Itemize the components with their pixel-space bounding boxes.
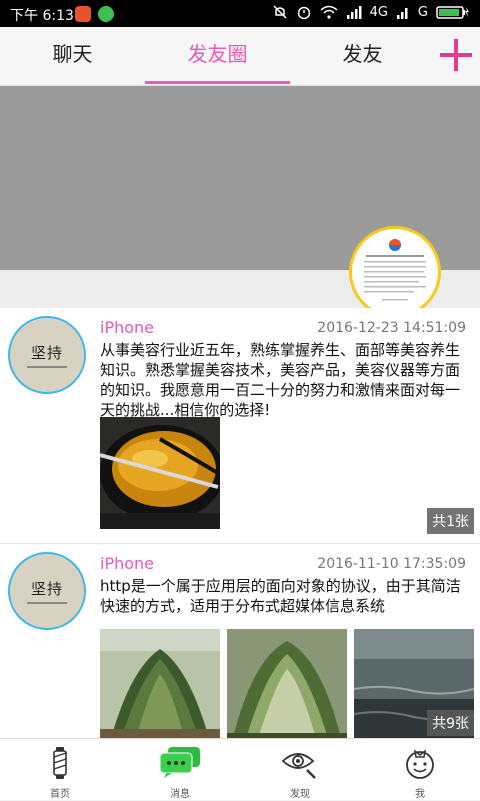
post-photo[interactable] <box>227 629 347 738</box>
status-icons: 4G G <box>272 4 470 20</box>
tab-moments-label: 发友圈 <box>187 42 248 66</box>
post-text: http是一个属于应用层的面向对象的协议，由于其简洁快速的方式，适用于分布式超媒… <box>100 577 461 615</box>
wechat-notification-icon <box>98 6 114 22</box>
notification-app-icon <box>75 6 91 22</box>
grass-photo <box>227 629 347 738</box>
network-type-2: G <box>417 4 428 20</box>
post-avatar[interactable]: 坚持 <box>8 316 86 394</box>
nav-messages-label: 消息 <box>170 789 190 800</box>
nav-messages[interactable]: 消息 <box>120 739 240 801</box>
post-author[interactable]: iPhone <box>100 554 154 573</box>
tab-chat[interactable]: 聊天 <box>0 27 145 86</box>
photo-count-badge: 共9张 <box>427 710 474 736</box>
mute-icon <box>273 5 287 19</box>
wifi-icon <box>320 5 338 19</box>
avatar-text: 坚持 <box>30 344 63 362</box>
nav-me-label: 我 <box>415 789 425 800</box>
post-timestamp: 2016-11-10 17:35:09 <box>317 556 466 572</box>
feed-post: 坚持 iPhone 2016-11-10 17:35:09 http是一个属于应… <box>0 544 480 738</box>
tab-moments[interactable]: 发友圈 <box>145 27 290 86</box>
add-post-button[interactable] <box>438 37 474 73</box>
post-photo-image <box>100 417 220 529</box>
photo-count-badge: 共1张 <box>427 508 474 534</box>
profile-avatar-image <box>364 239 426 301</box>
nav-discover-label: 发现 <box>290 789 310 800</box>
nav-me[interactable]: 我 <box>360 739 480 801</box>
post-timestamp: 2016-12-23 14:51:09 <box>317 320 466 336</box>
nav-discover[interactable]: 发现 <box>240 739 360 801</box>
signal-icon <box>346 6 362 19</box>
post-text: 从事美容行业近五年，熟练掌握养生、面部等美容养生知识。熟悉掌握美容技术，美容产品… <box>100 341 461 419</box>
battery-icon <box>436 6 469 19</box>
status-bar: 下午 6:13 4G G <box>0 0 480 27</box>
signal-icon-2 <box>396 8 408 19</box>
barber-pole-icon <box>53 747 67 779</box>
nav-home-label: 首页 <box>50 789 70 800</box>
nav-home[interactable]: 首页 <box>0 739 120 801</box>
eye-magnifier-icon <box>281 753 316 779</box>
top-tab-bar: 聊天 发友圈 发友 <box>0 27 480 86</box>
post-author[interactable]: iPhone <box>100 318 154 337</box>
post-avatar[interactable]: 坚持 <box>8 552 86 630</box>
chat-bubble-icon <box>159 747 200 778</box>
avatar-text: 坚持 <box>30 580 63 598</box>
post-photo[interactable] <box>100 629 220 738</box>
profile-avatar[interactable] <box>349 226 441 318</box>
post-photo-grid <box>100 629 474 738</box>
network-type: 4G <box>369 4 388 20</box>
post-photo[interactable] <box>100 417 220 529</box>
smiley-face-icon <box>406 749 434 779</box>
avatar-underline <box>27 602 67 604</box>
feed-post: 坚持 iPhone 2016-12-23 14:51:09 从事美容行业近五年，… <box>0 308 480 544</box>
bottom-nav: 首页 消息 发现 我 <box>0 738 480 800</box>
grass-photo <box>100 629 220 738</box>
status-time: 下午 6:13 <box>10 8 74 24</box>
alarm-icon <box>297 6 310 20</box>
active-tab-indicator <box>145 81 290 84</box>
moments-cover <box>0 86 480 318</box>
tab-friends[interactable]: 发友 <box>290 27 435 86</box>
moments-feed[interactable]: 坚持 iPhone 2016-12-23 14:51:09 从事美容行业近五年，… <box>0 308 480 738</box>
avatar-underline <box>27 366 67 368</box>
